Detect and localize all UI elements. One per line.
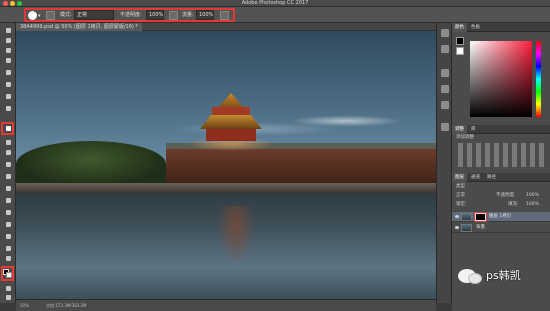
color-picker-field[interactable] (470, 41, 532, 117)
flow-field[interactable]: 100% (196, 10, 214, 20)
zoom-icon[interactable] (3, 255, 13, 263)
history-panel-icon[interactable] (441, 29, 449, 37)
layer-fill-value[interactable]: 100% (526, 201, 539, 209)
layer-blend-mode[interactable]: 正常 (456, 192, 465, 200)
corner-tower (186, 93, 276, 185)
quick-select-icon[interactable] (3, 57, 13, 65)
brush-preset-icon[interactable] (28, 11, 37, 20)
type-icon[interactable] (3, 209, 13, 217)
tab-adjustments[interactable]: 调整 (452, 125, 467, 134)
tools-panel (0, 23, 16, 303)
left-trees (16, 141, 166, 187)
layers-panel-tabs: 图层 通道 路径 (452, 173, 550, 182)
tab-paths[interactable]: 路径 (484, 173, 499, 182)
shape-icon[interactable] (3, 233, 13, 241)
mode-select[interactable]: 正常 (74, 10, 114, 20)
layer-name: 背景 (476, 225, 485, 230)
visibility-eye-icon[interactable] (455, 226, 459, 229)
document-size[interactable]: 文档:173.3M/303.2M (46, 302, 87, 310)
color-panel-tabs: 颜色 色板 (452, 23, 550, 32)
wechat-icon-small (468, 273, 482, 284)
layer-fill-label: 填充: (508, 202, 519, 207)
stamp-icon[interactable] (3, 105, 13, 113)
layer-opacity-value[interactable]: 100% (526, 192, 539, 200)
tab-layers[interactable]: 图层 (452, 173, 467, 182)
brush-panel-icon[interactable] (441, 69, 449, 77)
moat-shore (16, 183, 436, 193)
pressure-opacity-icon[interactable] (169, 11, 178, 20)
brush-settings-icon[interactable] (46, 11, 55, 20)
visibility-eye-icon[interactable] (455, 215, 459, 218)
panel-icon-strip (436, 23, 452, 303)
layer-thumbnail (461, 213, 472, 221)
path-select-icon[interactable] (3, 221, 13, 229)
mode-label: 模式: (60, 12, 72, 18)
eraser-icon[interactable] (3, 149, 13, 157)
tower-reflection (216, 206, 256, 266)
move-icon[interactable] (3, 27, 13, 35)
pen-icon[interactable] (3, 197, 13, 205)
flow-label: 流量: (182, 12, 194, 18)
options-bar: ▾ 模式: 正常 不透明度: 100% 流量: 100% (0, 7, 550, 23)
hand-icon[interactable] (3, 245, 13, 253)
properties-panel-icon[interactable] (441, 45, 449, 53)
layer-filter-kind[interactable]: 类型 (456, 183, 465, 191)
color-panel-fg[interactable] (456, 37, 464, 45)
brush-icon[interactable] (3, 125, 13, 133)
background-color-swatch[interactable] (6, 272, 12, 278)
app-title: Adobe Photoshop CC 2017 (241, 0, 309, 6)
clone-source-icon[interactable] (441, 85, 449, 93)
watermark: ps韩凯 (458, 266, 548, 288)
airbrush-icon[interactable] (220, 11, 229, 20)
hue-slider[interactable] (536, 41, 541, 117)
quick-mask-icon[interactable] (3, 285, 13, 293)
gradient-icon[interactable] (3, 161, 13, 169)
eyedropper-icon[interactable] (3, 81, 13, 89)
adjustment-icons[interactable] (458, 143, 544, 167)
layer-lock-label: 锁定: (456, 202, 467, 207)
opacity-field[interactable]: 100% (146, 10, 164, 20)
lasso-icon[interactable] (3, 47, 13, 55)
status-bar: 50% 文档:173.3M/303.2M (16, 299, 436, 311)
color-panel-bg[interactable] (456, 47, 464, 55)
chevron-down-icon[interactable]: ▾ (38, 13, 41, 19)
tab-swatches[interactable]: 色板 (468, 23, 483, 32)
opacity-label: 不透明度: (120, 12, 142, 18)
dodge-icon[interactable] (3, 185, 13, 193)
blur-icon[interactable] (3, 173, 13, 181)
layer-opacity-label: 不透明度: (496, 193, 516, 198)
watermark-text: ps韩凯 (486, 269, 521, 282)
crop-icon[interactable] (3, 69, 13, 77)
tab-channels[interactable]: 通道 (468, 173, 483, 182)
tab-libraries[interactable]: 库 (468, 125, 479, 134)
layer-row-background[interactable]: 背景 (452, 223, 550, 233)
zoom-level[interactable]: 50% (20, 302, 29, 310)
healing-icon[interactable] (3, 93, 13, 101)
screen-mode-icon[interactable] (3, 294, 13, 302)
title-bar: Adobe Photoshop CC 2017 (0, 0, 550, 7)
paragraph-panel-icon[interactable] (441, 123, 449, 131)
layer-mask-thumbnail[interactable] (474, 212, 487, 222)
history-brush-icon[interactable] (3, 139, 13, 147)
adjustments-panel-tabs: 调整 库 (452, 125, 550, 134)
document-tab[interactable]: 38A4999.psd @ 50% (图层 1拷贝, 图层蒙版/16) * (16, 23, 142, 31)
character-panel-icon[interactable] (441, 101, 449, 109)
document-tab-bar: 38A4999.psd @ 50% (图层 1拷贝, 图层蒙版/16) * (16, 23, 436, 31)
layer-row-copy[interactable]: 图层 1拷贝 (452, 212, 550, 222)
layer-name: 图层 1拷贝 (489, 214, 512, 219)
layer-thumbnail (461, 224, 472, 232)
tab-color[interactable]: 颜色 (452, 23, 467, 32)
document-canvas[interactable] (16, 31, 436, 299)
adjustments-hint: 添加调整 (456, 135, 474, 140)
marquee-icon[interactable] (3, 37, 13, 45)
